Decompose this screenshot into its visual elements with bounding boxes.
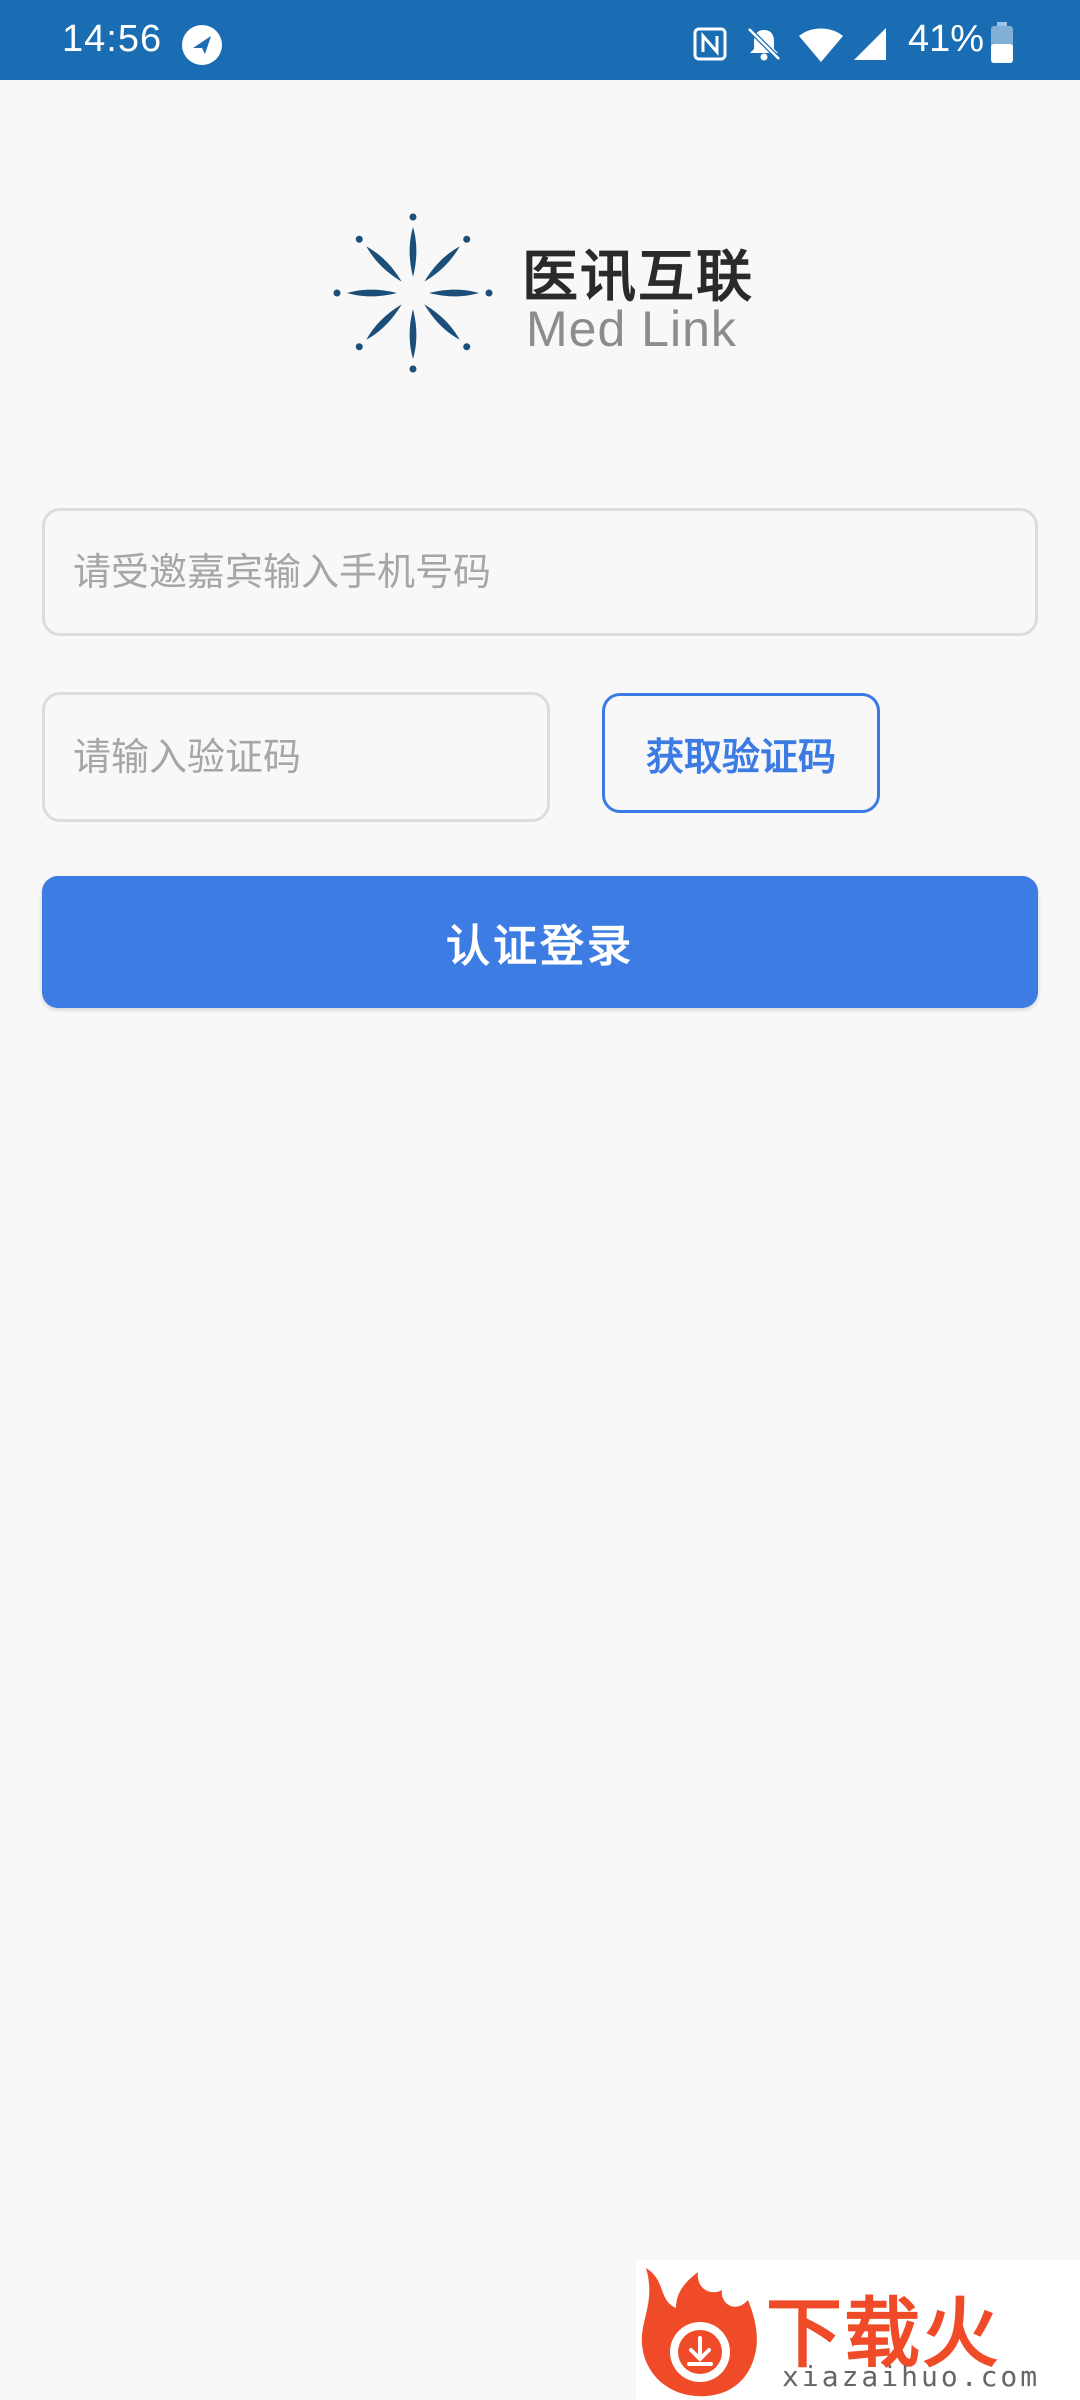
bell-mute-icon: [747, 27, 781, 61]
phone-field[interactable]: [42, 508, 1038, 636]
flame-logo-icon: [641, 2268, 757, 2397]
battery-icon: [991, 22, 1013, 63]
battery-percent: 41%: [908, 18, 985, 60]
wifi-icon: [799, 28, 843, 62]
phone-input[interactable]: [45, 511, 1035, 633]
status-time: 14:56: [62, 18, 163, 60]
status-bar: 14:56 41%: [0, 0, 1080, 80]
watermark-domain: xiazaihuo.com: [782, 2360, 1041, 2393]
verification-code-input[interactable]: [45, 695, 547, 819]
signal-icon: [854, 28, 886, 60]
login-button[interactable]: 认证登录: [42, 876, 1038, 1008]
logo-name-en: Med Link: [526, 301, 737, 357]
watermark: 下载火 xiazaihuo.com: [636, 2260, 1080, 2400]
nfc-icon: [693, 27, 727, 61]
get-code-button[interactable]: 获取验证码: [602, 693, 880, 813]
app-notification-icon: [182, 25, 222, 65]
code-field[interactable]: [42, 692, 550, 822]
med-link-logo-icon: [333, 213, 493, 373]
